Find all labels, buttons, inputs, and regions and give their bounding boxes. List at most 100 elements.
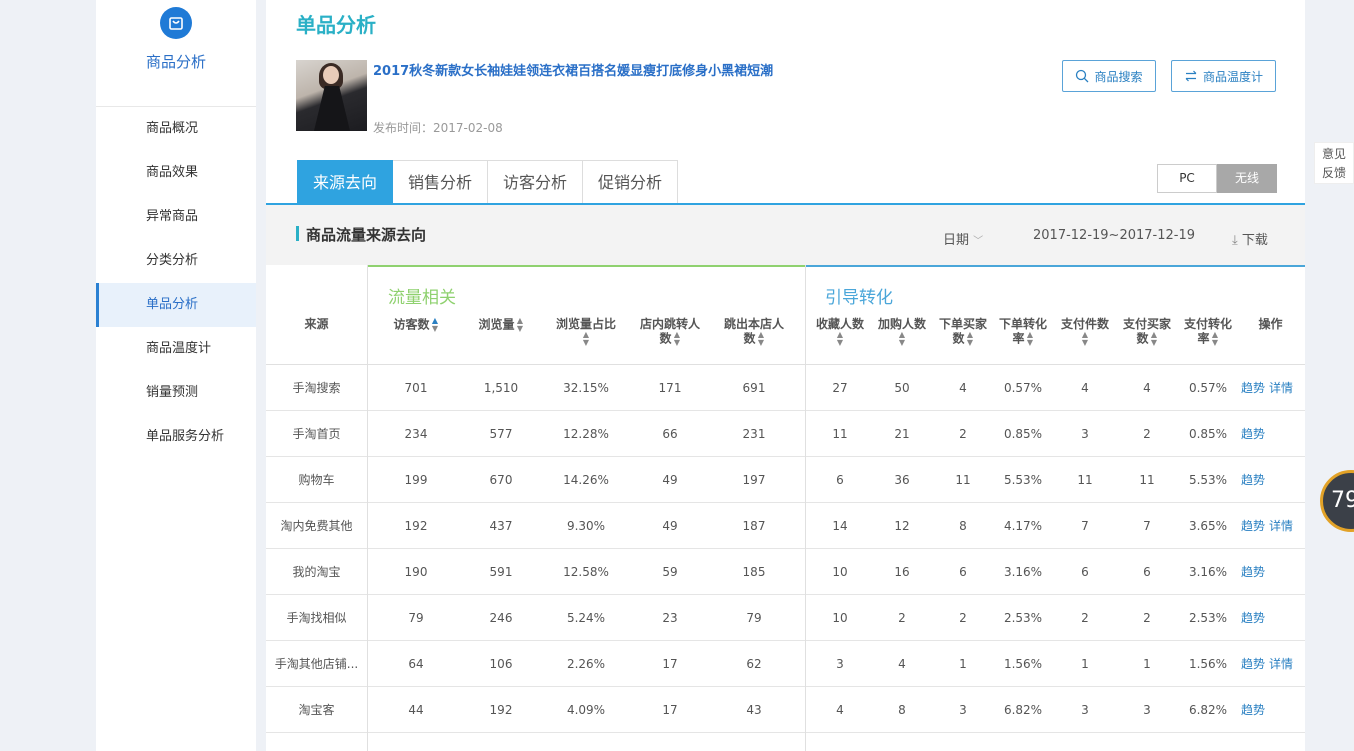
feedback-label-1: 意见 <box>1321 147 1346 161</box>
column-header-fav[interactable]: 收藏人数 ▲ ▼ <box>809 317 871 347</box>
cell-cart: 8 <box>898 703 906 717</box>
date-dropdown-label: 日期 <box>943 233 970 248</box>
cell-pay-buyers: 3 <box>1143 703 1151 717</box>
table-body: 手淘搜索 701 1,510 32.15% 171 691 27 50 4 0.57% 4 4 0.57… <box>266 365 1305 733</box>
product-search-button[interactable]: 商品搜索 <box>1062 60 1156 92</box>
cell-actions: 趋势 详情 <box>1239 503 1302 549</box>
feedback-button[interactable]: 意见 反馈 <box>1314 142 1354 184</box>
cell-source: 手淘找相似 <box>286 611 347 625</box>
cell-cart: 12 <box>894 519 910 533</box>
product-thermometer-button[interactable]: 商品温度计 <box>1171 60 1276 92</box>
sort-icon[interactable]: ▲ ▼ <box>758 331 765 347</box>
cell-pv: 1,510 <box>483 381 519 395</box>
trend-link[interactable]: 趋势 <box>1241 657 1265 671</box>
cell-actions: 趋势 <box>1239 549 1302 595</box>
cell-order-buyers: 11 <box>955 473 971 487</box>
column-header-label: 数 <box>659 331 672 346</box>
table-row: 我的淘宝 190 591 12.58% 59 185 10 16 6 3.16% 6 6 3.16% 趋势 <box>266 549 1305 595</box>
toggle-wireless[interactable]: 无线 <box>1217 164 1277 193</box>
column-header-visitors[interactable]: 访客数 ▲ ▼ <box>378 317 454 333</box>
trend-link[interactable]: 趋势 <box>1241 703 1265 717</box>
tab[interactable]: 销售分析 <box>393 160 489 204</box>
sort-icon[interactable]: ▲ ▼ <box>1212 331 1219 347</box>
product-name-link[interactable]: 2017秋冬新款女长袖娃娃领连衣裙百搭名媛显瘦打底修身小黑裙短潮 <box>373 60 773 79</box>
sidebar-item[interactable]: 异常商品 <box>96 195 256 239</box>
cell-pv-ratio: 5.24% <box>566 611 606 625</box>
sort-icon[interactable]: ▲ ▼ <box>1027 331 1034 347</box>
cell-jump-out: 691 <box>742 381 766 395</box>
trend-link[interactable]: 趋势 <box>1241 519 1265 533</box>
column-header-pay-rate[interactable]: 支付转化率 ▲ ▼ <box>1177 317 1239 347</box>
cell-pay-items: 3 <box>1081 703 1089 717</box>
cell-pv: 670 <box>489 473 513 487</box>
trend-link[interactable]: 趋势 <box>1241 473 1265 487</box>
sort-icon[interactable]: ▲ ▼ <box>674 331 681 347</box>
column-header-pay-buyers[interactable]: 支付买家数 ▲ ▼ <box>1117 317 1177 347</box>
sort-icon[interactable]: ▲ ▼ <box>1082 331 1089 347</box>
shopping-bag-icon <box>160 7 192 39</box>
sidebar-item[interactable]: 销量预测 <box>96 371 256 415</box>
score-gauge[interactable]: 79 <box>1320 470 1354 532</box>
product-thumbnail[interactable] <box>296 60 367 131</box>
section-header: 商品流量来源去向 日期 ﹀ 2017-12-19~2017-12-19 ⤓ 下载 <box>266 205 1305 265</box>
column-header-label: 浏览量 <box>478 317 515 332</box>
cell-fav: 10 <box>832 565 848 579</box>
tab[interactable]: 访客分析 <box>488 160 584 204</box>
cell-jump-in: 171 <box>658 381 682 395</box>
column-header-label: 浏览量占比 <box>555 317 616 331</box>
date-dropdown[interactable]: 日期 ﹀ <box>943 229 983 248</box>
trend-link[interactable]: 趋势 <box>1241 611 1265 625</box>
detail-link[interactable]: 详情 <box>1269 519 1293 533</box>
tab[interactable]: 来源去向 <box>297 160 394 204</box>
sort-icon[interactable]: ▲ ▼ <box>837 331 844 347</box>
cell-pv: 437 <box>489 519 513 533</box>
cell-source: 淘内免费其他 <box>280 519 353 533</box>
column-header-pay-items[interactable]: 支付件数 ▲ ▼ <box>1053 317 1117 347</box>
cell-source: 我的淘宝 <box>292 565 341 579</box>
date-range: 2017-12-19~2017-12-19 <box>1033 228 1195 243</box>
cell-fav: 4 <box>836 703 844 717</box>
column-header-label: 跳出本店人 <box>723 317 784 331</box>
detail-link[interactable]: 详情 <box>1269 381 1293 395</box>
analysis-tabs: 来源去向 销售分析 访客分析 促销分析 <box>297 160 679 204</box>
sidebar-header: 商品分析 <box>96 7 256 107</box>
cell-pv-ratio: 12.58% <box>563 565 609 579</box>
cell-order-rate: 2.53% <box>1003 611 1043 625</box>
column-header-order-rate[interactable]: 下单转化率 ▲ ▼ <box>993 317 1053 347</box>
trend-link[interactable]: 趋势 <box>1241 427 1265 441</box>
sidebar-item[interactable]: 商品效果 <box>96 151 256 195</box>
sort-icon[interactable]: ▲ ▼ <box>967 331 974 347</box>
column-header-jump-out[interactable]: 跳出本店人数 ▲ ▼ <box>712 317 796 347</box>
sidebar-item[interactable]: 单品服务分析 <box>96 415 256 459</box>
cell-jump-in: 66 <box>662 427 678 441</box>
tab[interactable]: 促销分析 <box>583 160 679 204</box>
sidebar-item[interactable]: 商品温度计 <box>96 327 256 371</box>
download-button[interactable]: ⤓ 下载 <box>1232 229 1268 248</box>
product-thermometer-label: 商品温度计 <box>1202 69 1263 84</box>
cell-cart: 4 <box>898 657 906 671</box>
sidebar-item[interactable]: 商品概况 <box>96 107 256 151</box>
sidebar-item[interactable]: 单品分析 <box>96 283 256 327</box>
column-header-pv-ratio[interactable]: 浏览量占比 ▲ ▼ <box>548 317 624 347</box>
sidebar-title: 商品分析 <box>145 53 206 71</box>
column-header-cart[interactable]: 加购人数 ▲ ▼ <box>871 317 933 347</box>
sort-icon[interactable]: ▲ ▼ <box>432 317 439 333</box>
toggle-pc[interactable]: PC <box>1157 164 1217 193</box>
column-header-jump-in[interactable]: 店内跳转人数 ▲ ▼ <box>628 317 712 347</box>
cell-pay-rate: 6.82% <box>1188 703 1228 717</box>
product-search-label: 商品搜索 <box>1094 69 1143 84</box>
sort-icon[interactable]: ▲ ▼ <box>899 331 906 347</box>
column-header-order-buyers[interactable]: 下单买家数 ▲ ▼ <box>933 317 993 347</box>
sort-icon[interactable]: ▲ ▼ <box>583 331 590 347</box>
column-header-source: 来源 <box>266 317 367 331</box>
table-row: 手淘找相似 79 246 5.24% 23 79 10 2 2 2.53% 2 2 2.53% 趋势 <box>266 595 1305 641</box>
sidebar-item[interactable]: 分类分析 <box>96 239 256 283</box>
column-header-pv[interactable]: 浏览量 ▲ ▼ <box>463 317 539 333</box>
trend-link[interactable]: 趋势 <box>1241 381 1265 395</box>
trend-link[interactable]: 趋势 <box>1241 565 1265 579</box>
sort-icon[interactable]: ▲ ▼ <box>1151 331 1158 347</box>
detail-link[interactable]: 详情 <box>1269 657 1293 671</box>
cell-pv: 106 <box>489 657 513 671</box>
cell-order-buyers: 6 <box>959 565 967 579</box>
sort-icon[interactable]: ▲ ▼ <box>517 317 524 333</box>
